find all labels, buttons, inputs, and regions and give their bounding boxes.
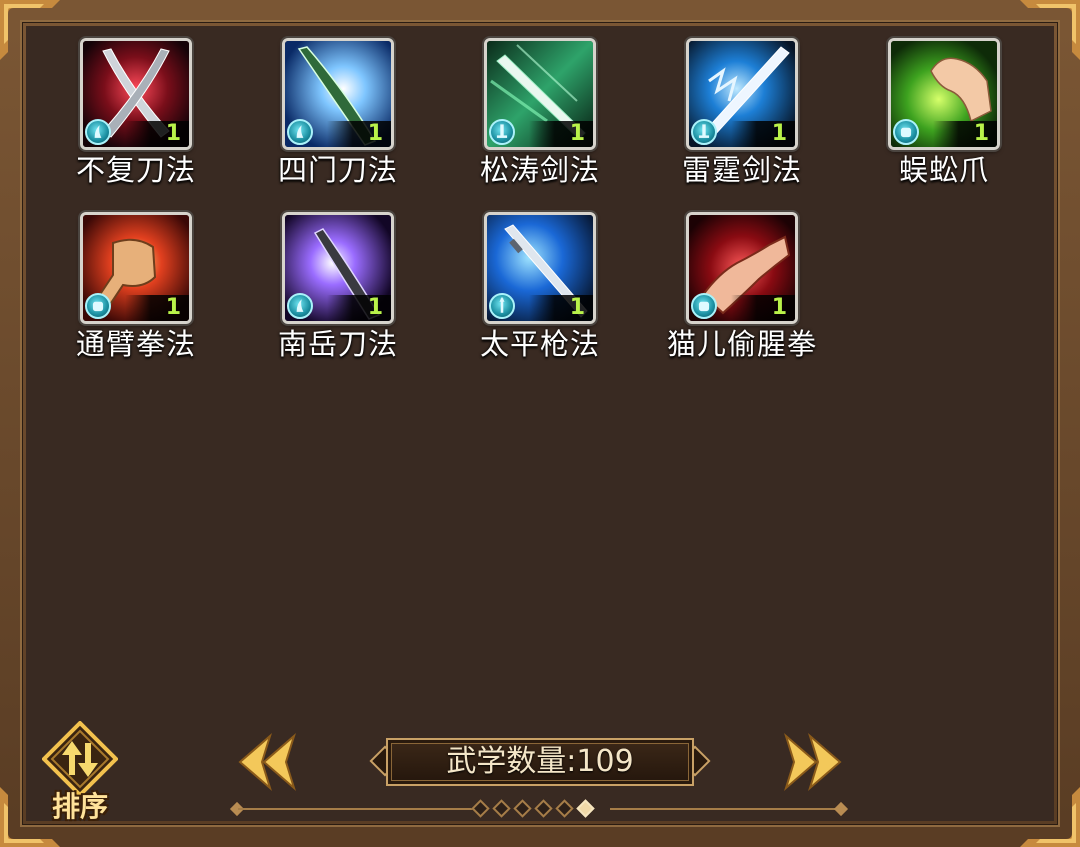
page-dot[interactable] <box>576 799 595 818</box>
skill-name: 松涛剑法 <box>479 153 600 187</box>
skill-card[interactable]: 1 太平枪法 <box>444 212 644 372</box>
sword-type-icon <box>691 119 717 145</box>
skill-level: 1 <box>731 295 795 321</box>
skill-icon-button[interactable]: 1 <box>686 38 798 150</box>
skill-name: 太平枪法 <box>479 327 600 361</box>
prev-page-button[interactable] <box>236 730 300 794</box>
skill-level: 1 <box>125 295 189 321</box>
blade-type-icon <box>85 119 111 145</box>
skill-level: 1 <box>327 295 391 321</box>
page-dot[interactable] <box>471 799 490 818</box>
skill-card[interactable]: 1 猫儿偷腥拳 <box>646 212 846 372</box>
fist-type-icon <box>85 293 111 319</box>
skill-name: 蜈蚣爪 <box>898 153 989 187</box>
skill-card[interactable]: 1 通臂拳法 <box>40 212 240 372</box>
skill-name: 不复刀法 <box>75 153 196 187</box>
page-dot[interactable] <box>513 799 532 818</box>
skill-card[interactable]: 1 蜈蚣爪 <box>848 38 1048 198</box>
page-dot[interactable] <box>534 799 553 818</box>
skill-level: 1 <box>125 121 189 147</box>
chevron-right-icon <box>784 732 842 792</box>
sword-type-icon <box>489 119 515 145</box>
skill-card[interactable]: 1 松涛剑法 <box>444 38 644 198</box>
corner-ornament-icon <box>1020 787 1080 847</box>
blade-type-icon <box>287 119 313 145</box>
sort-button[interactable]: 排序 <box>34 715 126 823</box>
skill-card[interactable]: 1 四门刀法 <box>242 38 442 198</box>
skill-level: 1 <box>529 121 593 147</box>
spear-type-icon <box>489 293 515 319</box>
skill-icon-button[interactable]: 1 <box>282 38 394 150</box>
skill-card[interactable]: 1 南岳刀法 <box>242 212 442 372</box>
next-page-button[interactable] <box>780 730 844 794</box>
skill-icon-button[interactable]: 1 <box>686 212 798 324</box>
page-dot[interactable] <box>492 799 511 818</box>
skill-level: 1 <box>731 121 795 147</box>
skill-icon-button[interactable]: 1 <box>484 38 596 150</box>
skill-icon-button[interactable]: 1 <box>484 212 596 324</box>
chevron-left-icon <box>238 732 296 792</box>
skill-level: 1 <box>933 121 997 147</box>
skill-card[interactable]: 1 不复刀法 <box>40 38 240 198</box>
blade-type-icon <box>287 293 313 319</box>
skill-grid: 1 不复刀法 1 四门刀法 1 松涛剑法 1 雷霆剑法 1 蜈蚣爪 1 通臂拳法… <box>40 38 1040 378</box>
skill-name: 猫儿偷腥拳 <box>666 327 817 361</box>
skill-count-plate: 武学数量:109 <box>366 736 714 788</box>
skill-name: 通臂拳法 <box>75 327 196 361</box>
skill-icon-button[interactable]: 1 <box>282 212 394 324</box>
skill-card[interactable]: 1 雷霆剑法 <box>646 38 846 198</box>
skill-icon-button[interactable]: 1 <box>80 38 192 150</box>
sort-label: 排序 <box>51 790 108 823</box>
skill-level: 1 <box>327 121 391 147</box>
fist-type-icon <box>893 119 919 145</box>
page-dot[interactable] <box>555 799 574 818</box>
fist-type-icon <box>691 293 717 319</box>
skill-level: 1 <box>529 295 593 321</box>
skill-count-text: 武学数量:109 <box>446 744 634 779</box>
skill-icon-button[interactable]: 1 <box>888 38 1000 150</box>
skill-name: 四门刀法 <box>277 153 398 187</box>
page-indicator <box>229 796 850 822</box>
skill-name: 南岳刀法 <box>277 327 398 361</box>
skill-name: 雷霆剑法 <box>681 153 802 187</box>
skill-icon-button[interactable]: 1 <box>80 212 192 324</box>
